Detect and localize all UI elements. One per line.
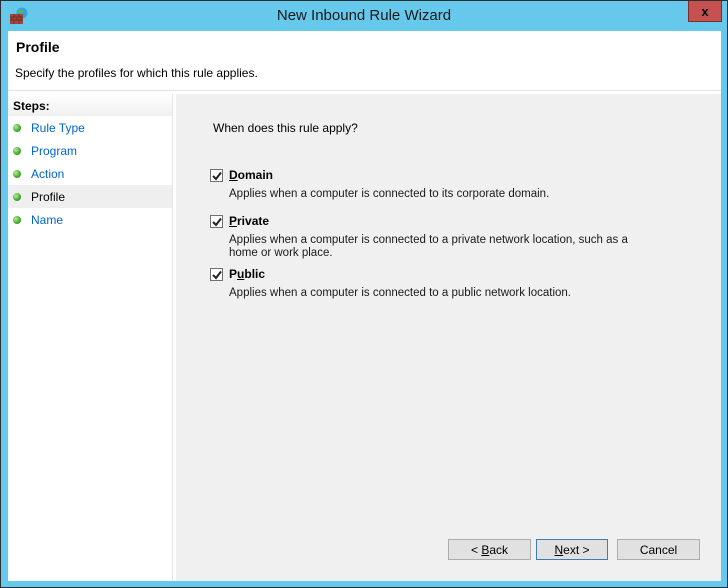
window-title: New Inbound Rule Wizard — [276, 7, 452, 24]
cancel-button[interactable]: Cancel — [617, 539, 700, 560]
label-text: P — [229, 267, 238, 281]
button-text: < — [470, 542, 482, 557]
accelerator-key: N — [554, 542, 564, 557]
domain-label[interactable]: Domain — [229, 168, 273, 182]
close-icon: x — [701, 3, 709, 19]
step-status-icon — [13, 124, 21, 132]
steps-pane: Steps: Rule Type Program Action Profile … — [8, 94, 173, 581]
label-text: blic — [244, 267, 266, 281]
public-description: Applies when a computer is connected to … — [229, 287, 572, 299]
checkmark-icon — [211, 270, 222, 280]
step-status-icon — [13, 216, 21, 224]
private-description: Applies when a computer is connected to … — [229, 234, 628, 259]
wizard-header: Profile Specify the profiles for which t… — [8, 31, 721, 91]
step-label: Rule Type — [31, 120, 85, 135]
wizard-window: New Inbound Rule Wizard x Profile Specif… — [0, 0, 728, 588]
page-title: Profile — [16, 39, 60, 55]
title-bar[interactable]: New Inbound Rule Wizard x — [1, 1, 727, 31]
step-status-icon — [13, 170, 21, 178]
content-pane: When does this rule apply? Domain Applie… — [176, 94, 721, 581]
label-text: omain — [237, 168, 274, 182]
next-button[interactable]: Next > — [536, 539, 608, 560]
wizard-client-area: Profile Specify the profiles for which t… — [8, 31, 721, 581]
step-rule-type[interactable]: Rule Type — [8, 116, 172, 139]
accelerator-key: D — [229, 168, 238, 182]
domain-description: Applies when a computer is connected to … — [229, 188, 550, 200]
checkmark-icon — [211, 217, 222, 227]
accelerator-key: B — [481, 542, 490, 557]
question-text: When does this rule apply? — [213, 121, 358, 135]
button-text: ext > — [563, 542, 590, 557]
button-text: ack — [489, 542, 509, 557]
step-status-icon — [13, 193, 21, 201]
step-name[interactable]: Name — [8, 208, 172, 231]
public-label[interactable]: Public — [229, 267, 265, 281]
step-label: Action — [31, 166, 65, 181]
private-checkbox[interactable] — [210, 215, 223, 228]
checkmark-icon — [211, 171, 222, 181]
close-button[interactable]: x — [688, 1, 722, 22]
step-action[interactable]: Action — [8, 162, 172, 185]
step-label: Profile — [31, 189, 66, 204]
page-subtitle: Specify the profiles for which this rule… — [15, 66, 258, 80]
step-label: Program — [31, 143, 78, 158]
back-button[interactable]: < Back — [448, 539, 531, 560]
step-profile: Profile — [8, 185, 172, 208]
public-checkbox[interactable] — [210, 268, 223, 281]
step-program[interactable]: Program — [8, 139, 172, 162]
label-text: rivate — [237, 214, 270, 228]
domain-checkbox[interactable] — [210, 169, 223, 182]
step-label: Name — [31, 212, 64, 227]
private-label[interactable]: Private — [229, 214, 269, 228]
accelerator-key: P — [229, 214, 238, 228]
steps-heading: Steps: — [8, 94, 172, 116]
step-status-icon — [13, 147, 21, 155]
